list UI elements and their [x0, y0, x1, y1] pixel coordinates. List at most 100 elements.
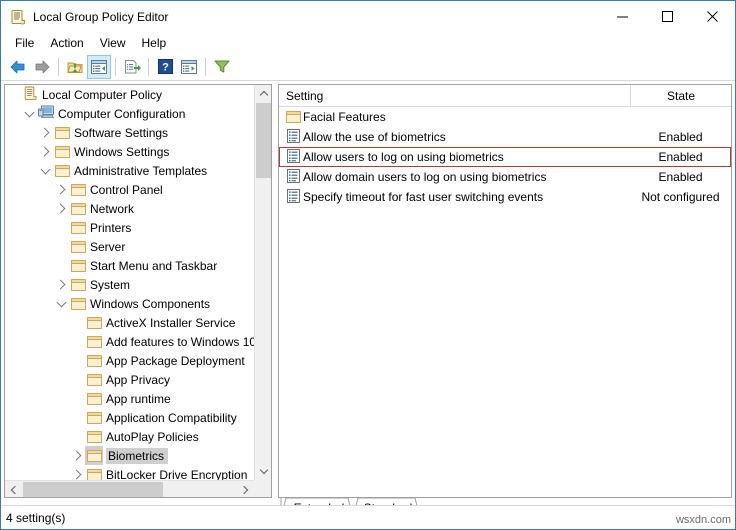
folder-icon	[53, 142, 71, 161]
folder-icon	[70, 221, 86, 234]
settings-list-row[interactable]: Allow users to log on using biometrics En…	[279, 147, 731, 167]
folder-icon	[69, 180, 87, 199]
settings-list: Facial Features Allow the use of biometri…	[279, 107, 731, 207]
scroll-up-arrow-icon[interactable]	[255, 85, 271, 102]
policy-setting-icon	[283, 148, 303, 166]
tree-item-windows-components[interactable]: Windows Components	[5, 294, 254, 313]
tree-item-app-runtime[interactable]: App runtime	[5, 389, 254, 408]
settings-list-row[interactable]: Facial Features	[279, 107, 731, 127]
up-folder-icon[interactable]	[63, 55, 87, 79]
computer-icon	[37, 105, 55, 122]
tree-item-computer-configuration[interactable]: Computer Configuration	[5, 104, 254, 123]
tree-item-app-privacy[interactable]: App Privacy	[5, 370, 254, 389]
folder-icon	[85, 446, 103, 465]
tree-item-label: App runtime	[106, 391, 171, 406]
show-hide-console-tree-icon[interactable]	[87, 54, 111, 79]
tree-vscroll-thumb[interactable]	[256, 103, 271, 178]
tree-item-label: Biometrics	[106, 447, 169, 464]
scroll-left-arrow-icon[interactable]	[5, 481, 22, 497]
help-icon[interactable]: ?	[153, 55, 177, 79]
tree-item-label: ActiveX Installer Service	[106, 315, 236, 330]
setting-state: Enabled	[658, 150, 703, 164]
menu-item-help[interactable]: Help	[134, 34, 175, 52]
tree-item-windows-settings[interactable]: Windows Settings	[5, 142, 254, 161]
menu-item-file[interactable]: File	[7, 34, 42, 52]
chevron-right-icon[interactable]	[69, 465, 85, 480]
chevron-down-icon[interactable]	[37, 161, 53, 180]
chevron-right-icon[interactable]	[53, 180, 69, 199]
tree-item-label: Server	[90, 239, 126, 254]
column-header-setting[interactable]: Setting	[279, 85, 630, 107]
folder-icon	[69, 218, 87, 237]
folder-icon	[69, 275, 87, 294]
tree-item-autoplay-policies[interactable]: AutoPlay Policies	[5, 427, 254, 446]
tree-item-network[interactable]: Network	[5, 199, 254, 218]
tree-item-bitlocker-drive-encryption[interactable]: BitLocker Drive Encryption	[5, 465, 254, 480]
window-controls	[600, 1, 735, 32]
chevron-down-icon[interactable]	[53, 294, 69, 313]
setting-name: Allow domain users to log on using biome…	[303, 170, 547, 184]
menu-bar: File Action View Help	[1, 32, 735, 53]
close-button[interactable]	[690, 1, 735, 32]
tree-vertical-scrollbar[interactable]	[254, 85, 271, 480]
tree-item-label: Administrative Templates	[74, 163, 208, 178]
show-hide-action-pane-icon[interactable]	[177, 55, 201, 79]
tree-item-biometrics[interactable]: Biometrics	[5, 446, 254, 465]
tree-item-start-menu-and-taskbar[interactable]: Start Menu and Taskbar	[5, 256, 254, 275]
policy-setting-icon	[286, 128, 300, 146]
chevron-right-icon[interactable]	[37, 142, 53, 161]
maximize-button[interactable]	[645, 1, 690, 32]
tree-item-label: Application Compatibility	[106, 410, 237, 425]
tree-horizontal-scrollbar[interactable]	[5, 480, 254, 497]
folder-icon	[86, 430, 102, 443]
column-header-state[interactable]: State	[630, 85, 731, 107]
minimize-button[interactable]	[600, 1, 645, 32]
tree-item-app-package-deployment[interactable]: App Package Deployment	[5, 351, 254, 370]
settings-list-row[interactable]: Allow domain users to log on using biome…	[279, 167, 731, 187]
tree-item-add-features-to-windows-10[interactable]: Add features to Windows 10	[5, 332, 254, 351]
tree-hscroll-thumb[interactable]	[23, 482, 163, 497]
folder-icon	[86, 468, 102, 480]
chevron-right-icon[interactable]	[37, 123, 53, 142]
tree-item-application-compatibility[interactable]: Application Compatibility	[5, 408, 254, 427]
toolbar: ?	[1, 53, 735, 81]
folder-icon	[86, 316, 102, 329]
tree-item-label: Computer Configuration	[58, 106, 186, 121]
settings-list-row[interactable]: Allow the use of biometrics Enabled	[279, 127, 731, 147]
tree-item-printers[interactable]: Printers	[5, 218, 254, 237]
tree-item-administrative-templates[interactable]: Administrative Templates	[5, 161, 254, 180]
tree-item-server[interactable]: Server	[5, 237, 254, 256]
filter-icon[interactable]	[210, 55, 234, 79]
tree-item-label: Local Computer Policy	[42, 87, 163, 102]
scroll-right-arrow-icon[interactable]	[237, 481, 254, 497]
back-icon[interactable]	[6, 55, 30, 79]
menu-item-action[interactable]: Action	[42, 34, 91, 52]
scroll-down-arrow-icon[interactable]	[255, 463, 271, 480]
chevron-right-icon[interactable]	[53, 275, 69, 294]
folder-icon	[53, 123, 71, 142]
chevron-right-icon[interactable]	[53, 199, 69, 218]
tree-item-local-computer-policy[interactable]: Local Computer Policy	[5, 85, 254, 104]
settings-list-row[interactable]: Specify timeout for fast user switching …	[279, 187, 731, 207]
folder-icon	[70, 240, 86, 253]
tree-item-control-panel[interactable]: Control Panel	[5, 180, 254, 199]
scrollbar-corner	[254, 480, 271, 497]
tree-item-software-settings[interactable]: Software Settings	[5, 123, 254, 142]
folder-icon	[70, 278, 86, 291]
chevron-right-icon[interactable]	[69, 446, 85, 465]
folder-icon	[86, 373, 102, 386]
forward-icon[interactable]	[30, 55, 54, 79]
tree-item-label: App Package Deployment	[106, 353, 245, 368]
tree-item-activex-installer-service[interactable]: ActiveX Installer Service	[5, 313, 254, 332]
chevron-down-icon[interactable]	[21, 104, 37, 123]
export-list-icon[interactable]	[120, 55, 144, 79]
policy-document-icon	[10, 9, 26, 25]
menu-item-view[interactable]: View	[92, 34, 134, 52]
status-bar: 4 setting(s)	[1, 505, 735, 529]
tree-item-system[interactable]: System	[5, 275, 254, 294]
